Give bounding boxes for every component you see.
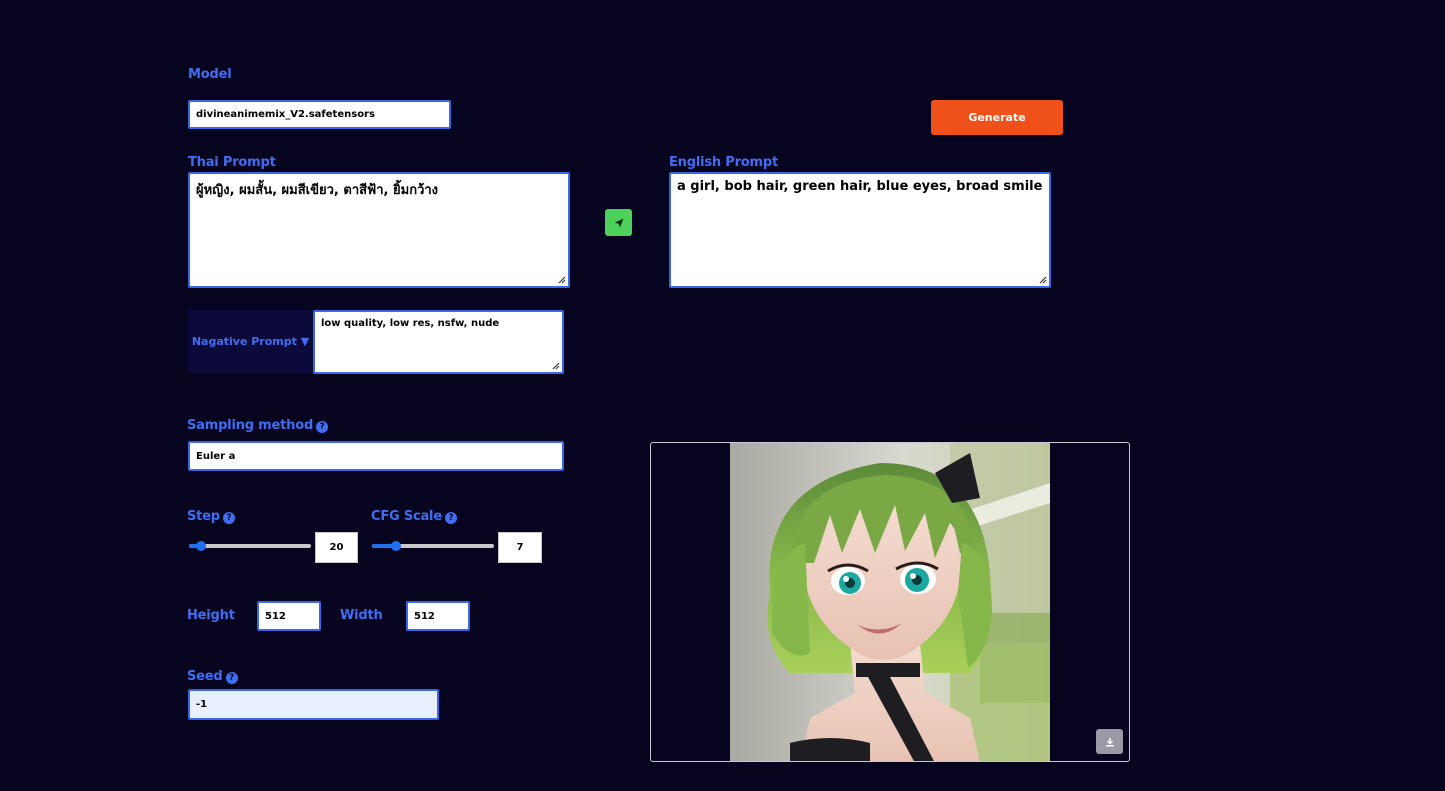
height-input[interactable]: 512 (257, 601, 321, 631)
step-input[interactable]: 20 (315, 532, 358, 563)
cfg-scale-slider[interactable] (372, 541, 494, 551)
width-label: Width (340, 608, 383, 623)
seed-input[interactable]: -1 (188, 689, 439, 720)
resize-handle-icon[interactable] (550, 360, 560, 370)
step-slider-thumb[interactable] (196, 541, 206, 551)
question-circle-icon[interactable]: ? (444, 512, 457, 524)
sampling-method-label-text: Sampling method (187, 418, 314, 433)
output-image-frame (650, 442, 1130, 762)
english-prompt-label: English Prompt (669, 155, 779, 170)
sampling-method-select[interactable]: Euler a (188, 441, 564, 471)
sampling-method-label: Sampling method? (187, 418, 329, 433)
english-prompt-textarea[interactable]: a girl, bob hair, green hair, blue eyes,… (669, 172, 1051, 288)
step-slider-track (189, 544, 311, 548)
question-circle-icon[interactable]: ? (225, 672, 238, 684)
paper-plane-icon (614, 218, 623, 227)
question-circle-icon[interactable]: ? (222, 512, 235, 524)
negative-prompt-text: low quality, low res, nsfw, nude (321, 318, 500, 329)
resize-handle-icon[interactable] (556, 274, 566, 284)
negative-prompt-textarea[interactable]: low quality, low res, nsfw, nude (313, 310, 564, 374)
generated-image (730, 443, 1050, 761)
cfg-scale-label: CFG Scale? (371, 509, 457, 524)
model-label: Model (188, 67, 232, 82)
thai-prompt-text: ผู้หญิง, ผมสั้น, ผมสีเขียว, ตาสีฟ้า, ยิ้… (196, 183, 439, 198)
question-circle-icon[interactable]: ? (316, 421, 329, 433)
cfg-scale-label-text: CFG Scale (371, 509, 442, 524)
download-icon (1105, 737, 1114, 746)
negative-prompt-toggle[interactable]: Nagative Prompt ▼ (188, 310, 313, 373)
height-label: Height (187, 608, 235, 623)
step-label: Step? (187, 509, 235, 524)
download-button[interactable] (1096, 729, 1123, 754)
model-select[interactable]: divineanimemix_V2.safetensors (188, 100, 451, 129)
cfg-scale-input[interactable]: 7 (498, 532, 542, 563)
seed-label-text: Seed (187, 669, 223, 684)
thai-prompt-textarea[interactable]: ผู้หญิง, ผมสั้น, ผมสีเขียว, ตาสีฟ้า, ยิ้… (188, 172, 570, 288)
resize-handle-icon[interactable] (1037, 274, 1047, 284)
translate-button[interactable] (605, 209, 632, 236)
thai-prompt-label: Thai Prompt (188, 155, 276, 170)
step-slider[interactable] (189, 541, 311, 551)
generate-button[interactable]: Generate (931, 100, 1063, 135)
width-input[interactable]: 512 (406, 601, 470, 631)
cfg-slider-thumb[interactable] (391, 541, 401, 551)
english-prompt-text: a girl, bob hair, green hair, blue eyes,… (677, 179, 1043, 194)
seed-label: Seed? (187, 669, 238, 684)
step-label-text: Step (187, 509, 220, 524)
